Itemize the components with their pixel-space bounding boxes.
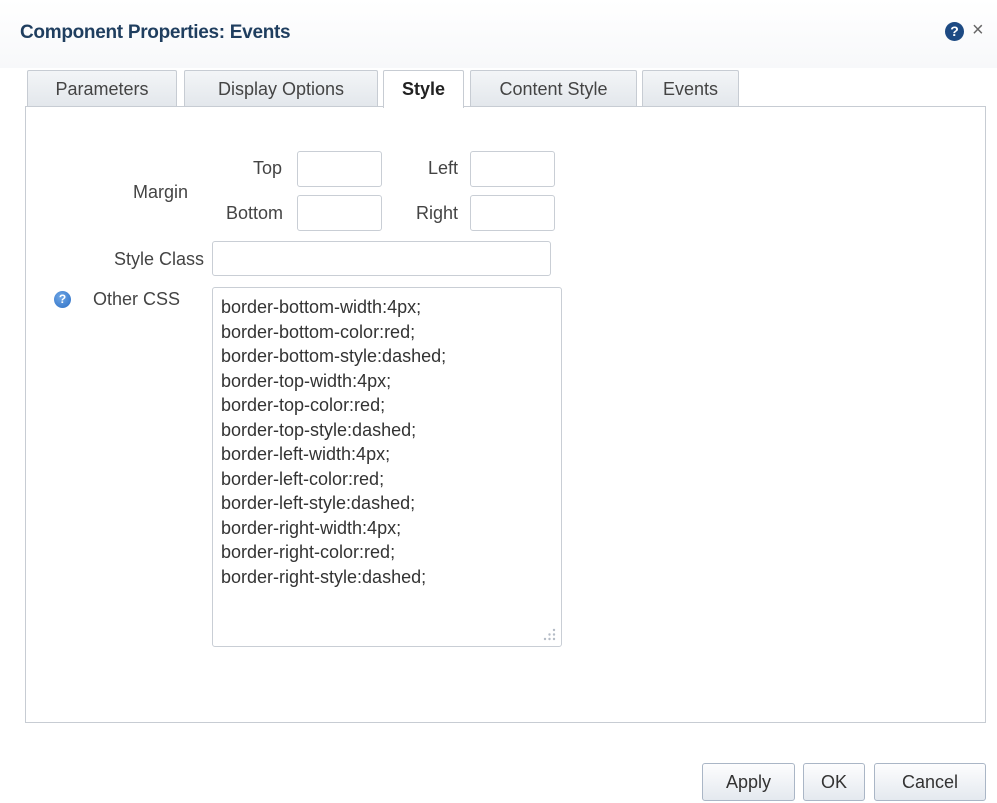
- margin-right-input[interactable]: [470, 195, 555, 231]
- dialog-title: Component Properties: Events: [20, 22, 291, 43]
- info-help-icon[interactable]: ?: [54, 291, 71, 308]
- ok-button[interactable]: OK: [803, 763, 865, 801]
- margin-left-label: Left: [427, 158, 458, 178]
- component-properties-dialog: Component Properties: Events ? × Paramet…: [0, 0, 997, 803]
- other-css-label: Other CSS: [93, 289, 181, 309]
- css-line: border-top-color:red;: [221, 395, 386, 415]
- margin-top-input[interactable]: [297, 151, 382, 187]
- dialog-header: Component Properties: Events ? ×: [0, 0, 997, 68]
- question-mark-icon[interactable]: ?: [945, 22, 964, 41]
- css-line: border-top-style:dashed;: [221, 419, 417, 440]
- tab-parameters[interactable]: Parameters: [27, 70, 177, 106]
- css-line: border-bottom-style:dashed;: [221, 346, 447, 366]
- css-line: border-right-style:dashed;: [221, 566, 427, 587]
- margin-left-input[interactable]: [470, 151, 555, 187]
- margin-bottom-input[interactable]: [297, 195, 382, 231]
- resize-grip-icon[interactable]: [541, 626, 557, 642]
- css-line: border-left-width:4px;: [221, 444, 391, 464]
- other-css-textarea[interactable]: border-bottom-width:4px; border-bottom-c…: [212, 287, 562, 647]
- tab-content-style[interactable]: Content Style: [470, 70, 637, 106]
- css-line: border-bottom-color:red;: [221, 321, 416, 342]
- css-line: border-bottom-width:4px;: [221, 297, 422, 317]
- tab-events[interactable]: Events: [642, 70, 739, 106]
- css-line: border-top-width:4px;: [221, 370, 392, 391]
- style-class-input[interactable]: [212, 241, 551, 276]
- style-class-label: Style Class: [113, 249, 204, 269]
- apply-button[interactable]: Apply: [702, 763, 795, 801]
- css-line: border-left-style:dashed;: [221, 493, 416, 513]
- css-line: border-left-color:red;: [221, 468, 385, 489]
- tab-style[interactable]: Style: [383, 70, 464, 108]
- margin-top-label: Top: [252, 158, 282, 178]
- cancel-button[interactable]: Cancel: [874, 763, 986, 801]
- margin-label: Margin: [133, 182, 189, 202]
- css-line: border-right-color:red;: [221, 542, 396, 562]
- css-line: border-right-width:4px;: [221, 517, 402, 538]
- close-icon[interactable]: ×: [972, 20, 984, 40]
- tab-display-options[interactable]: Display Options: [184, 70, 378, 106]
- margin-right-label: Right: [415, 203, 458, 223]
- margin-bottom-label: Bottom: [225, 203, 283, 223]
